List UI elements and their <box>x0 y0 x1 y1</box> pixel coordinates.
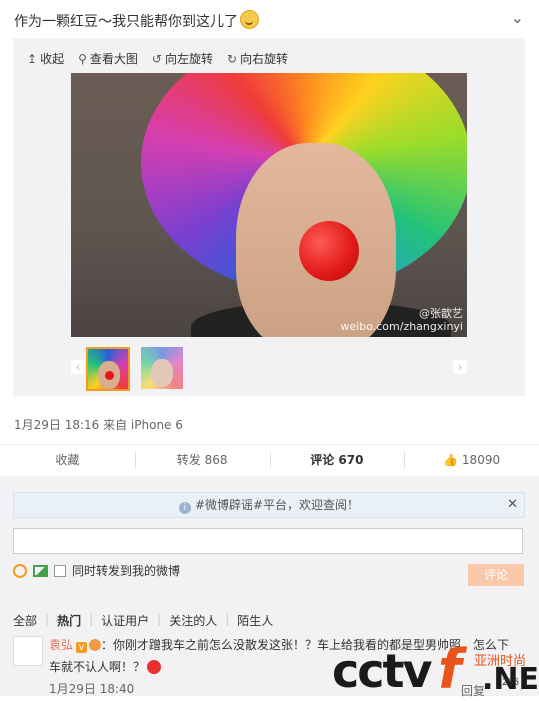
comment-username[interactable]: 袁弘 <box>49 638 73 652</box>
notice-text[interactable]: #微博辟谣#平台，欢迎查阅！ <box>195 498 359 512</box>
thumbs-up-icon: 👍 <box>443 453 459 467</box>
next-arrow-icon[interactable]: › <box>453 360 467 374</box>
rotate-right-button[interactable]: ↻ 向右旋转 <box>227 50 288 67</box>
main-photo[interactable]: @张歆艺 weibo.com/zhangxinyi <box>71 73 467 337</box>
photo-watermark: @张歆艺 weibo.com/zhangxinyi <box>340 307 463 333</box>
chevron-down-icon[interactable]: ⌄ <box>511 8 524 27</box>
logo-cctv: cctv <box>332 644 433 698</box>
emoji-icon[interactable] <box>13 563 27 578</box>
watermark-url: weibo.com/zhangxinyi <box>340 320 463 333</box>
comment-options: 同时转发到我的微博 <box>13 562 180 579</box>
filter-following[interactable]: 关注的人 <box>169 612 217 629</box>
thumbnail-strip: ‹ › <box>71 345 467 391</box>
comment-input[interactable] <box>13 528 523 554</box>
view-large-button[interactable]: ⚲ 查看大图 <box>78 50 138 67</box>
rotate-left-label: 向左旋转 <box>164 52 213 66</box>
media-panel: ↥ 收起 ⚲ 查看大图 ↺ 向左旋转 ↻ 向右旋转 @张歆艺 weibo.com/zha… <box>13 38 525 396</box>
magnifier-icon: ⚲ <box>78 51 87 66</box>
filter-hot[interactable]: 热门 <box>57 612 81 629</box>
arrow-up-icon: ↥ <box>27 51 38 66</box>
avatar[interactable] <box>13 636 43 666</box>
thumbnail-1[interactable] <box>86 347 130 391</box>
comment-button[interactable]: 评论 670 <box>269 445 405 481</box>
post-text: 作为一颗红豆～我只能帮你到这儿了 <box>14 10 259 31</box>
clown-nose <box>299 221 359 281</box>
action-bar: 收藏 转发 868 评论 670 👍 18090 <box>0 444 539 481</box>
rotate-right-label: 向右旋转 <box>240 52 289 66</box>
comment-filters: 全部 | 热门 | 认证用户 | 关注的人 | 陌生人 <box>13 612 274 629</box>
rotate-left-button[interactable]: ↺ 向左旋转 <box>152 50 213 67</box>
post-meta[interactable]: 1月29日 18:16 来自 iPhone 6 <box>14 416 183 433</box>
rotate-left-icon: ↺ <box>151 51 162 66</box>
notice-bar: i #微博辟谣#平台，欢迎查阅！ ✕ <box>13 492 525 518</box>
prev-arrow-icon[interactable]: ‹ <box>71 360 85 374</box>
vip-badge-icon <box>89 639 102 651</box>
image-toolbar: ↥ 收起 ⚲ 查看大图 ↺ 向左旋转 ↻ 向右旋转 <box>27 50 288 67</box>
close-icon[interactable]: ✕ <box>507 493 518 517</box>
thumbnail-2[interactable] <box>141 347 183 389</box>
comment-time: 1月29日 18:40 <box>49 682 135 696</box>
repost-checkbox-label: 同时转发到我的微博 <box>72 564 181 578</box>
submit-comment-button[interactable]: 评论 <box>468 564 524 586</box>
post-text-content: 作为一颗红豆～我只能帮你到这儿了 <box>14 14 238 30</box>
info-icon: i <box>178 502 191 514</box>
filter-strangers[interactable]: 陌生人 <box>237 612 273 629</box>
view-large-label: 查看大图 <box>89 52 138 66</box>
watermark-user: @张歆艺 <box>419 307 463 320</box>
rotate-right-icon: ↻ <box>226 51 238 66</box>
like-count: 18090 <box>461 453 501 467</box>
filter-verified[interactable]: 认证用户 <box>101 612 149 629</box>
repost-button[interactable]: 转发 868 <box>134 445 270 475</box>
collapse-label: 收起 <box>40 52 65 66</box>
angry-emoji-icon <box>147 660 162 674</box>
favorite-button[interactable]: 收藏 <box>0 445 135 475</box>
filter-all[interactable]: 全部 <box>13 612 37 629</box>
like-button[interactable]: 👍 18090 <box>404 445 539 475</box>
verified-badge-icon: V <box>76 642 88 653</box>
grin-emoji-icon <box>240 10 259 29</box>
logo-num: 255 <box>502 678 520 688</box>
image-icon[interactable] <box>33 564 48 577</box>
logo-f: f <box>438 638 462 701</box>
collapse-button[interactable]: ↥ 收起 <box>27 50 64 67</box>
repost-checkbox[interactable] <box>54 564 66 577</box>
